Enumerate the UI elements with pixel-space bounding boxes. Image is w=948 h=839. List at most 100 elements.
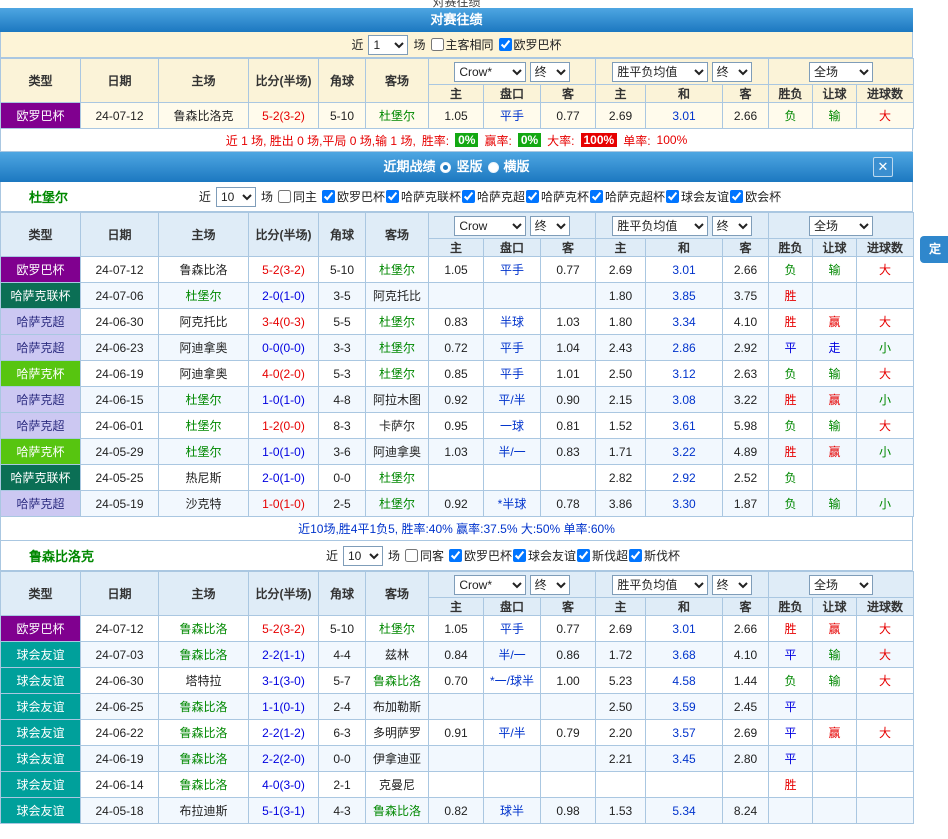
col-date: 日期 xyxy=(81,59,159,103)
scope-select[interactable]: 全场 xyxy=(809,575,873,595)
odds-type-select[interactable]: 胜平负均值 xyxy=(612,575,708,595)
result-cell: 负 xyxy=(769,361,813,387)
side-tab-button[interactable]: 定 xyxy=(920,236,948,263)
vertical-layout-radio[interactable] xyxy=(440,162,451,173)
league-checkbox[interactable] xyxy=(590,190,603,203)
league-checkbox[interactable] xyxy=(666,190,679,203)
match-row: 哈萨克杯 24-05-29 杜堡尔 1-0(1-0) 3-6 阿迪拿奥 1.03… xyxy=(1,439,914,465)
col-corner: 角球 xyxy=(319,59,366,103)
league-filter[interactable]: 欧罗巴杯 xyxy=(499,36,562,53)
ah-away-odds: 0.78 xyxy=(541,491,596,517)
sub-odds-away: 客 xyxy=(723,239,769,257)
ah-handicap: 一球 xyxy=(484,413,541,439)
dubor-count-select[interactable]: 10 xyxy=(216,187,256,207)
league-filter[interactable]: 斯伐超 xyxy=(577,547,628,564)
odds-home: 2.69 xyxy=(596,257,646,283)
league-filter[interactable]: 哈萨克超 xyxy=(462,188,525,205)
away-team: 杜堡尔 xyxy=(366,491,429,517)
league-checkbox[interactable] xyxy=(449,549,462,562)
odds-home: 2.69 xyxy=(596,103,646,129)
scope-select[interactable]: 全场 xyxy=(809,216,873,236)
rusen-count-select[interactable]: 10 xyxy=(343,546,383,566)
ah-handicap: 球半 xyxy=(484,798,541,824)
league-filter-label: 斯伐杯 xyxy=(644,547,680,564)
odds-away: 3.75 xyxy=(723,283,769,309)
league-filter[interactable]: 哈萨克超杯 xyxy=(590,188,665,205)
odds-away: 2.66 xyxy=(723,103,769,129)
league-checkbox[interactable] xyxy=(513,549,526,562)
rusen-section-header: 鲁森比洛克 近 10 场 同客 欧罗巴杯 球会友谊 斯伐超 斯伐杯 xyxy=(0,541,913,571)
same-away-checkbox[interactable] xyxy=(405,549,418,562)
odds-away: 2.92 xyxy=(723,335,769,361)
league-filter[interactable]: 哈萨克联杯 xyxy=(386,188,461,205)
league-checkbox[interactable] xyxy=(386,190,399,203)
league-filter[interactable]: 球会友谊 xyxy=(513,547,576,564)
sub-ah-handicap: 盘口 xyxy=(484,598,541,616)
final-odds-select-2[interactable]: 终 xyxy=(712,216,752,236)
rusen-filterbar: 近 10 场 同客 欧罗巴杯 球会友谊 斯伐超 斯伐杯 xyxy=(326,546,680,566)
horizontal-layout-radio[interactable] xyxy=(488,162,499,173)
league-checkbox[interactable] xyxy=(322,190,335,203)
final-odds-select-2[interactable]: 终 xyxy=(712,575,752,595)
odds-draw: 3.45 xyxy=(646,746,723,772)
final-odds-select[interactable]: 终 xyxy=(530,575,570,595)
dubor-league-filters: 欧罗巴杯 哈萨克联杯 哈萨克超 哈萨克杯 哈萨克超杯 球会友谊 欧会杯 xyxy=(322,188,781,205)
company-select[interactable]: Crow xyxy=(454,216,526,236)
company-select[interactable]: Crow* xyxy=(454,575,526,595)
same-home-away-filter[interactable]: 主客相同 xyxy=(431,36,494,53)
league-checkbox[interactable] xyxy=(577,549,590,562)
horizontal-layout-label[interactable]: 横版 xyxy=(504,152,530,182)
match-row: 欧罗巴杯 24-07-12 鲁森比洛克 5-2(3-2) 5-10 杜堡尔 1.… xyxy=(1,103,914,129)
league-checkbox[interactable] xyxy=(629,549,642,562)
odds-type-select[interactable]: 胜平负均值 xyxy=(612,216,708,236)
match-row: 球会友谊 24-07-03 鲁森比洛 2-2(1-1) 4-4 兹林 0.84 … xyxy=(1,642,914,668)
league-checkbox[interactable] xyxy=(462,190,475,203)
league-filter[interactable]: 哈萨克杯 xyxy=(526,188,589,205)
h2h-count-select[interactable]: 1 xyxy=(368,35,408,55)
league-filter[interactable]: 斯伐杯 xyxy=(629,547,680,564)
final-odds-select[interactable]: 终 xyxy=(530,216,570,236)
league-filter[interactable]: 球会友谊 xyxy=(666,188,729,205)
score-cell: 5-2(3-2) xyxy=(249,257,319,283)
scope-select[interactable]: 全场 xyxy=(809,62,873,82)
col-corner: 角球 xyxy=(319,572,366,616)
away-team: 阿拉木图 xyxy=(366,387,429,413)
league-filter[interactable]: 欧会杯 xyxy=(730,188,781,205)
league-filter[interactable]: 欧罗巴杯 xyxy=(322,188,385,205)
same-home-away-checkbox[interactable] xyxy=(431,38,444,51)
result-cell: 平 xyxy=(769,694,813,720)
odds-home: 1.52 xyxy=(596,413,646,439)
ah-handicap xyxy=(484,283,541,309)
ah-home-odds: 0.95 xyxy=(429,413,484,439)
league-filter-label: 哈萨克超 xyxy=(477,188,525,205)
final-odds-select-2[interactable]: 终 xyxy=(712,62,752,82)
away-team: 布加勒斯 xyxy=(366,694,429,720)
final-odds-select[interactable]: 终 xyxy=(530,62,570,82)
league-filter[interactable]: 欧罗巴杯 xyxy=(449,547,512,564)
league-checkbox[interactable] xyxy=(499,38,512,51)
goals-cell: 小 xyxy=(857,439,914,465)
company-select[interactable]: Crow* xyxy=(454,62,526,82)
league-checkbox[interactable] xyxy=(526,190,539,203)
date-cell: 24-07-12 xyxy=(81,103,159,129)
ah-handicap xyxy=(484,772,541,798)
league-checkbox[interactable] xyxy=(730,190,743,203)
vertical-layout-label[interactable]: 竖版 xyxy=(456,152,482,182)
ah-home-odds: 0.70 xyxy=(429,668,484,694)
away-team: 伊拿迪亚 xyxy=(366,746,429,772)
same-away-filter[interactable]: 同客 xyxy=(405,547,444,564)
result-cell: 负 xyxy=(769,668,813,694)
ah-home-odds xyxy=(429,283,484,309)
odds-away: 2.45 xyxy=(723,694,769,720)
same-home-filter[interactable]: 同主 xyxy=(278,188,317,205)
ah-handicap: *一/球半 xyxy=(484,668,541,694)
odds-draw: 5.34 xyxy=(646,798,723,824)
odds-type-select[interactable]: 胜平负均值 xyxy=(612,62,708,82)
league-badge: 哈萨克超 xyxy=(1,387,81,413)
odds-away: 2.69 xyxy=(723,720,769,746)
same-home-checkbox[interactable] xyxy=(278,190,291,203)
col-date: 日期 xyxy=(81,572,159,616)
corner-cell: 2-1 xyxy=(319,772,366,798)
close-icon[interactable]: ✕ xyxy=(873,157,893,177)
ah-home-odds: 0.84 xyxy=(429,642,484,668)
